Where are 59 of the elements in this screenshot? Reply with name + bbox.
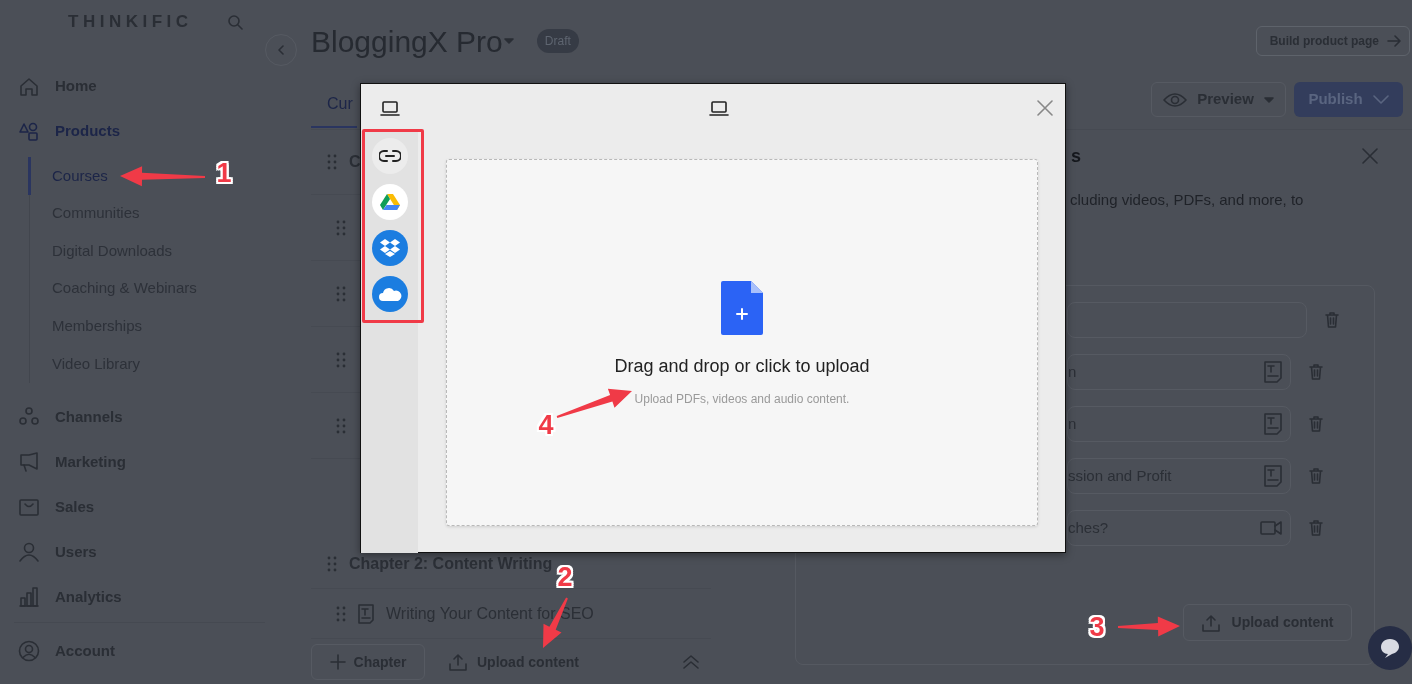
trash-icon[interactable]: [1309, 520, 1323, 536]
annotation-arrow: [1118, 616, 1180, 637]
drag-handle-icon: [336, 285, 346, 302]
megaphone-icon: [18, 451, 40, 474]
chevron-left-icon: [277, 45, 285, 55]
drag-handle-icon: [336, 351, 346, 368]
drive-source-button[interactable]: [371, 184, 408, 220]
link-icon: [378, 150, 401, 162]
trash-icon[interactable]: [1309, 468, 1323, 484]
annotation-number: 3: [1089, 613, 1105, 641]
annotation-number: 4: [538, 411, 554, 439]
panel-title: s: [1071, 144, 1081, 168]
video-camera-icon: [1260, 521, 1282, 535]
document-icon: [358, 603, 374, 624]
link-source-button[interactable]: [371, 138, 408, 174]
chat-bubble-icon: [1379, 637, 1401, 659]
drive-icon: [379, 193, 400, 211]
drag-handle-icon: [336, 417, 346, 434]
cloud-source-button[interactable]: [371, 276, 408, 312]
text-document-icon: [1264, 465, 1282, 487]
laptop-icon[interactable]: [380, 99, 400, 116]
file-plus-icon: [721, 281, 763, 335]
home-icon: [18, 75, 40, 98]
text-document-icon: [1264, 361, 1282, 383]
chevron-down-icon: [1372, 94, 1389, 105]
drop-title: Drag and drop or click to upload: [614, 355, 870, 378]
text-document-icon: [1264, 413, 1282, 435]
search-icon[interactable]: [227, 14, 243, 30]
bar-chart-icon: [18, 586, 40, 609]
shopping-bag-icon: [18, 496, 40, 519]
close-icon[interactable]: [1362, 148, 1378, 164]
annotation-number: 1: [216, 159, 232, 187]
upload-icon: [449, 653, 467, 671]
drop-hint: Upload PDFs, videos and audio content.: [634, 391, 850, 408]
caret-down-icon[interactable]: [502, 37, 515, 45]
cloud-icon: [377, 287, 402, 301]
account-icon: [18, 640, 40, 663]
dropbox-icon: [378, 238, 401, 258]
user-icon: [18, 541, 40, 564]
laptop-icon: [708, 99, 729, 116]
chat-button[interactable]: [1368, 626, 1412, 670]
dropbox-source-button[interactable]: [371, 230, 408, 266]
drag-handle-icon: [327, 555, 337, 572]
drag-handle-icon: [327, 154, 337, 170]
annotation-number: 2: [557, 563, 573, 591]
shapes-icon: [18, 120, 40, 143]
double-chevron-up-icon[interactable]: [682, 654, 700, 670]
caret-down-icon: [1263, 96, 1274, 103]
plus-icon: [329, 654, 346, 670]
trash-icon[interactable]: [1309, 416, 1323, 432]
trash-icon[interactable]: [1325, 312, 1339, 328]
trash-icon[interactable]: [1309, 364, 1323, 380]
eye-icon: [1163, 91, 1188, 108]
close-icon[interactable]: [1037, 99, 1053, 116]
arrow-right-icon: [1387, 35, 1401, 47]
upload-icon: [1201, 613, 1220, 632]
drag-handle-icon: [336, 605, 346, 622]
input-field[interactable]: [1067, 302, 1307, 338]
drag-handle-icon: [336, 219, 346, 236]
